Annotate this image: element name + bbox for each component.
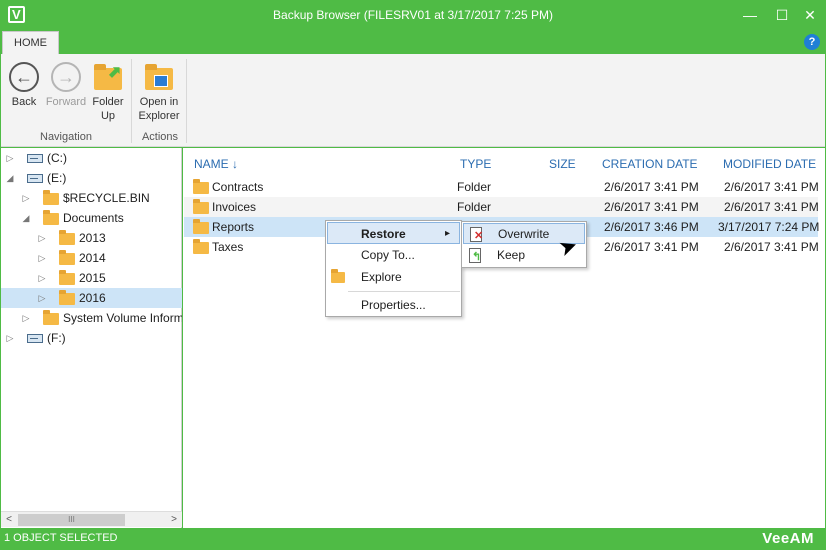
folder-icon <box>59 250 75 265</box>
expand-icon[interactable]: ▷ <box>37 248 47 268</box>
folder-up-label-1: Folder <box>92 96 124 108</box>
folder-icon <box>193 219 209 234</box>
status-bar: 1 OBJECT SELECTED VeeAM <box>0 528 826 550</box>
folder-icon <box>43 190 59 205</box>
file-row-invoices[interactable]: Invoices Folder 2/6/2017 3:41 PM 2/6/201… <box>184 197 819 217</box>
file-row-contracts[interactable]: Contracts Folder 2/6/2017 3:41 PM 2/6/20… <box>184 177 819 197</box>
tree-item-f-drive[interactable]: ▷ (F:) <box>1 328 182 348</box>
folder-tree: ▷ (C:) ◢ (E:) ▷ $RECYCLE.BIN ◢ Documents… <box>1 148 182 528</box>
explorer-folder-icon <box>145 64 173 90</box>
submenu-arrow-icon: ▸ <box>445 228 451 239</box>
title-bar: V Backup Browser (FILESRV01 at 3/17/2017… <box>0 0 826 31</box>
forward-arrow-icon: → <box>51 62 81 92</box>
drive-icon <box>27 174 43 183</box>
keep-document-icon: ↰ <box>469 248 481 263</box>
folder-icon <box>59 290 75 305</box>
tree-item-system-volume[interactable]: ▷ System Volume Inform <box>1 308 182 328</box>
menu-item-copy-to[interactable]: Copy To... <box>327 244 460 266</box>
folder-icon <box>59 230 75 245</box>
folder-icon <box>193 199 209 214</box>
drive-icon <box>27 334 43 343</box>
menu-divider <box>348 291 460 292</box>
sort-down-icon: ↓ <box>232 157 239 171</box>
expand-icon[interactable]: ▷ <box>37 268 47 288</box>
folder-up-button[interactable]: ⬈ Folder Up <box>90 62 126 123</box>
folder-icon <box>43 310 59 325</box>
folder-up-label-2: Up <box>100 110 116 122</box>
column-header-modified-date[interactable]: MODIFIED DATE <box>723 157 816 171</box>
ribbon-tab-row: HOME ? <box>0 31 826 54</box>
close-button[interactable]: ✕ <box>797 4 823 26</box>
ribbon: ← Back → Forward ⬈ Folder Up Open in Exp… <box>1 54 825 147</box>
window-title: Backup Browser (FILESRV01 at 3/17/2017 7… <box>273 8 553 22</box>
column-header-name[interactable]: NAME ↓ <box>194 157 238 171</box>
menu-item-properties[interactable]: Properties... <box>327 294 460 316</box>
folder-icon <box>43 210 59 225</box>
drive-icon <box>27 154 43 163</box>
actions-group-label: Actions <box>141 131 179 143</box>
tree-item-documents[interactable]: ◢ Documents <box>1 208 182 228</box>
tree-item-e-drive[interactable]: ◢ (E:) <box>1 168 182 188</box>
minimize-button[interactable]: — <box>737 4 763 26</box>
back-arrow-icon: ← <box>9 62 39 92</box>
menu-item-explore[interactable]: Explore <box>327 266 460 288</box>
veeam-logo: VeeAM <box>762 530 814 547</box>
explore-folder-icon <box>331 269 345 283</box>
forward-label: Forward <box>45 96 87 108</box>
tree-item-2013[interactable]: ▷ 2013 <box>1 228 182 248</box>
open-explorer-label-2: Explorer <box>138 110 180 122</box>
scroll-left-icon[interactable]: < <box>1 512 17 528</box>
scroll-right-icon[interactable]: > <box>166 512 182 528</box>
overwrite-document-icon: ✕ <box>470 227 483 242</box>
tree-item-2015[interactable]: ▷ 2015 <box>1 268 182 288</box>
maximize-button[interactable]: ☐ <box>769 4 795 26</box>
expand-icon[interactable]: ▷ <box>37 288 47 308</box>
tree-item-recycle-bin[interactable]: ▷ $RECYCLE.BIN <box>1 188 182 208</box>
expand-icon[interactable]: ▷ <box>5 328 15 348</box>
folder-icon <box>193 239 209 254</box>
tree-item-c-drive[interactable]: ▷ (C:) <box>1 148 182 168</box>
collapse-icon[interactable]: ◢ <box>21 208 31 228</box>
back-label: Back <box>11 96 37 108</box>
navigation-group-label: Navigation <box>40 131 92 143</box>
help-icon[interactable]: ? <box>804 34 820 50</box>
column-header-size[interactable]: SIZE <box>549 157 576 171</box>
forward-button[interactable]: → Forward <box>44 62 88 109</box>
tree-item-2014[interactable]: ▷ 2014 <box>1 248 182 268</box>
column-header-type[interactable]: TYPE <box>460 157 491 171</box>
expand-icon[interactable]: ▷ <box>37 228 47 248</box>
open-in-explorer-button[interactable]: Open in Explorer <box>135 62 183 123</box>
back-button[interactable]: ← Back <box>8 62 40 109</box>
expand-icon[interactable]: ▷ <box>5 148 15 168</box>
folder-icon <box>59 270 75 285</box>
folder-icon <box>193 179 209 194</box>
file-list: NAME ↓ TYPE SIZE CREATION DATE MODIFIED … <box>183 148 825 528</box>
folder-up-icon: ⬈ <box>94 64 122 90</box>
tree-item-2016[interactable]: ▷ 2016 <box>1 288 182 308</box>
status-text: 1 OBJECT SELECTED <box>4 532 118 544</box>
scroll-thumb[interactable]: III <box>18 514 125 526</box>
tree-horizontal-scrollbar[interactable]: < III > <box>1 511 182 527</box>
column-header-creation-date[interactable]: CREATION DATE <box>602 157 698 171</box>
tab-home[interactable]: HOME <box>2 31 59 54</box>
group-divider <box>131 59 132 143</box>
group-divider <box>186 59 187 143</box>
expand-icon[interactable]: ▷ <box>21 188 31 208</box>
context-menu: Restore ▸ Copy To... Explore Properties.… <box>325 220 462 317</box>
expand-icon[interactable]: ▷ <box>21 308 31 328</box>
open-explorer-label-1: Open in <box>139 96 179 108</box>
collapse-icon[interactable]: ◢ <box>5 168 15 188</box>
menu-item-restore[interactable]: Restore ▸ <box>327 222 460 244</box>
